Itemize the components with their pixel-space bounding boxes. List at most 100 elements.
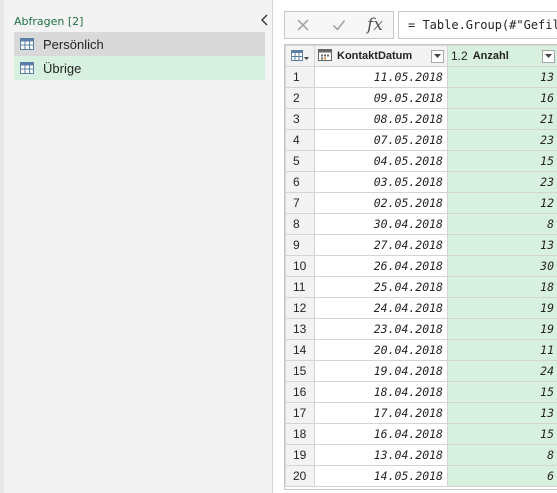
cell-kontaktdatum[interactable]: 08.05.2018 <box>314 108 448 130</box>
table-row[interactable]: 18 16.04.2018 15 <box>285 423 557 445</box>
table-row[interactable]: 19 13.04.2018 8 <box>285 444 557 466</box>
cell-kontaktdatum[interactable]: 18.04.2018 <box>314 381 448 403</box>
confirm-icon[interactable] <box>321 12 357 38</box>
table-row[interactable]: 4 07.05.2018 23 <box>285 129 557 151</box>
table-row[interactable]: 6 03.05.2018 23 <box>285 171 557 193</box>
cell-anzahl[interactable]: 21 <box>447 108 557 130</box>
row-number[interactable]: 17 <box>285 402 315 424</box>
table-row[interactable]: 12 24.04.2018 19 <box>285 297 557 319</box>
row-number[interactable]: 18 <box>285 423 315 445</box>
cell-kontaktdatum[interactable]: 17.04.2018 <box>314 402 448 424</box>
table-row[interactable]: 3 08.05.2018 21 <box>285 108 557 130</box>
row-number[interactable]: 13 <box>285 318 315 340</box>
row-number[interactable]: 4 <box>285 129 315 151</box>
cell-anzahl[interactable]: 30 <box>447 255 557 277</box>
row-number[interactable]: 2 <box>285 87 315 109</box>
row-number[interactable]: 20 <box>285 465 315 487</box>
cell-kontaktdatum[interactable]: 11.05.2018 <box>314 66 448 88</box>
row-number[interactable]: 11 <box>285 276 315 298</box>
cell-kontaktdatum[interactable]: 23.04.2018 <box>314 318 448 340</box>
cell-anzahl[interactable]: 13 <box>447 234 557 256</box>
table-row[interactable]: 5 04.05.2018 15 <box>285 150 557 172</box>
cell-anzahl[interactable]: 23 <box>447 129 557 151</box>
row-number[interactable]: 7 <box>285 192 315 214</box>
cell-anzahl[interactable]: 13 <box>447 66 557 88</box>
cell-anzahl[interactable]: 15 <box>447 423 557 445</box>
collapse-pane-icon[interactable] <box>258 11 272 29</box>
cell-kontaktdatum[interactable]: 03.05.2018 <box>314 171 448 193</box>
column-header-anzahl[interactable]: 1.2 Anzahl <box>447 45 557 67</box>
row-number[interactable]: 15 <box>285 360 315 382</box>
header-row: KontaktDatum 1.2 Anzahl <box>285 45 557 67</box>
cell-anzahl[interactable]: 13 <box>447 402 557 424</box>
cell-kontaktdatum[interactable]: 07.05.2018 <box>314 129 448 151</box>
row-number[interactable]: 1 <box>285 66 315 88</box>
cell-anzahl[interactable]: 11 <box>447 339 557 361</box>
cell-kontaktdatum[interactable]: 27.04.2018 <box>314 234 448 256</box>
cell-kontaktdatum[interactable]: 13.04.2018 <box>314 444 448 466</box>
row-number[interactable]: 6 <box>285 171 315 193</box>
cell-anzahl[interactable]: 15 <box>447 381 557 403</box>
decimal-type-icon[interactable]: 1.2 <box>451 49 468 63</box>
cell-kontaktdatum[interactable]: 20.04.2018 <box>314 339 448 361</box>
cell-kontaktdatum[interactable]: 30.04.2018 <box>314 213 448 235</box>
cell-kontaktdatum[interactable]: 24.04.2018 <box>314 297 448 319</box>
cell-kontaktdatum[interactable]: 02.05.2018 <box>314 192 448 214</box>
table-row[interactable]: 16 18.04.2018 15 <box>285 381 557 403</box>
table-menu-corner[interactable] <box>285 45 315 67</box>
preview-table: KontaktDatum 1.2 Anzahl 1 11.05.2018 13 … <box>285 45 557 487</box>
cell-anzahl[interactable]: 16 <box>447 87 557 109</box>
cell-kontaktdatum[interactable]: 14.05.2018 <box>314 465 448 487</box>
fx-icon[interactable]: fx <box>357 12 393 38</box>
cell-kontaktdatum[interactable]: 26.04.2018 <box>314 255 448 277</box>
query-item-label: Übrige <box>43 60 82 76</box>
column-header-kontaktdatum[interactable]: KontaktDatum <box>314 45 448 67</box>
query-item-uebrige[interactable]: Übrige <box>14 56 265 80</box>
row-number[interactable]: 12 <box>285 297 315 319</box>
table-row[interactable]: 7 02.05.2018 12 <box>285 192 557 214</box>
row-number[interactable]: 8 <box>285 213 315 235</box>
row-number[interactable]: 10 <box>285 255 315 277</box>
table-row[interactable]: 20 14.05.2018 6 <box>285 465 557 487</box>
queries-pane-header: Abfragen [2] <box>14 15 84 28</box>
cell-kontaktdatum[interactable]: 04.05.2018 <box>314 150 448 172</box>
formula-bar: fx = Table.Group(#"Gefilterte Zeilen" <box>284 11 557 39</box>
table-row[interactable]: 8 30.04.2018 8 <box>285 213 557 235</box>
cell-kontaktdatum[interactable]: 09.05.2018 <box>314 87 448 109</box>
cell-anzahl[interactable]: 23 <box>447 171 557 193</box>
cell-anzahl[interactable]: 19 <box>447 297 557 319</box>
row-number[interactable]: 3 <box>285 108 315 130</box>
date-type-icon[interactable] <box>318 48 332 64</box>
row-number[interactable]: 16 <box>285 381 315 403</box>
cancel-icon[interactable] <box>285 12 321 38</box>
table-row[interactable]: 9 27.04.2018 13 <box>285 234 557 256</box>
table-row[interactable]: 13 23.04.2018 19 <box>285 318 557 340</box>
cell-anzahl[interactable]: 8 <box>447 444 557 466</box>
query-item-persoenlich[interactable]: Persönlich <box>14 32 265 56</box>
cell-kontaktdatum[interactable]: 25.04.2018 <box>314 276 448 298</box>
cell-anzahl[interactable]: 24 <box>447 360 557 382</box>
table-row[interactable]: 2 09.05.2018 16 <box>285 87 557 109</box>
cell-anzahl[interactable]: 12 <box>447 192 557 214</box>
formula-input[interactable]: = Table.Group(#"Gefilterte Zeilen" <box>398 11 557 39</box>
cell-kontaktdatum[interactable]: 19.04.2018 <box>314 360 448 382</box>
cell-anzahl[interactable]: 6 <box>447 465 557 487</box>
table-row[interactable]: 17 17.04.2018 13 <box>285 402 557 424</box>
table-body: 1 11.05.2018 13 2 09.05.2018 16 3 08.05.2018 21 4… <box>285 66 557 487</box>
table-row[interactable]: 10 26.04.2018 30 <box>285 255 557 277</box>
row-number[interactable]: 9 <box>285 234 315 256</box>
filter-dropdown-icon[interactable] <box>431 49 444 63</box>
cell-anzahl[interactable]: 18 <box>447 276 557 298</box>
cell-kontaktdatum[interactable]: 16.04.2018 <box>314 423 448 445</box>
row-number[interactable]: 14 <box>285 339 315 361</box>
table-row[interactable]: 1 11.05.2018 13 <box>285 66 557 88</box>
table-row[interactable]: 15 19.04.2018 24 <box>285 360 557 382</box>
cell-anzahl[interactable]: 8 <box>447 213 557 235</box>
row-number[interactable]: 19 <box>285 444 315 466</box>
cell-anzahl[interactable]: 19 <box>447 318 557 340</box>
filter-dropdown-icon[interactable] <box>542 49 555 63</box>
cell-anzahl[interactable]: 15 <box>447 150 557 172</box>
table-row[interactable]: 11 25.04.2018 18 <box>285 276 557 298</box>
table-row[interactable]: 14 20.04.2018 11 <box>285 339 557 361</box>
row-number[interactable]: 5 <box>285 150 315 172</box>
